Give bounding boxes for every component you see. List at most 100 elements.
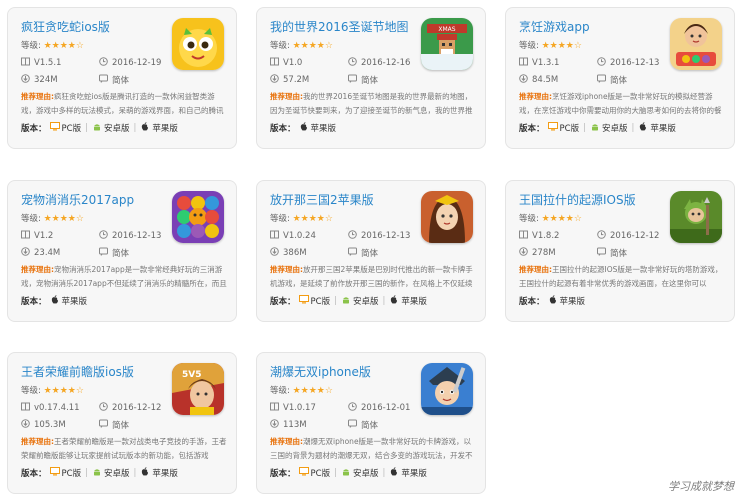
date-value: 2016-12-12 (112, 403, 162, 413)
language-value: 简体 (112, 76, 130, 86)
apple-icon (50, 295, 62, 307)
platform-link-pc[interactable]: PC版 (298, 467, 331, 479)
app-card[interactable]: 潮爆无双iphone版 等级: ★★★★☆ V1.0.17 2016-12-01… (256, 352, 486, 494)
date-info: 2016-12-13 (99, 230, 161, 242)
kingdom-rush-icon[interactable] (670, 191, 722, 243)
platform-link-pc[interactable]: PC版 (298, 295, 330, 307)
platform-link-android[interactable]: 安卓版 (341, 295, 378, 307)
snake-game-icon[interactable] (172, 18, 224, 70)
app-title-link[interactable]: 烹饪游戏app (519, 18, 590, 35)
pc-monitor-icon (49, 467, 62, 479)
app-card[interactable]: 烹饪游戏app 等级: ★★★★☆ V1.3.1 2016-12-13 84.5… (505, 7, 735, 149)
platform-link-pc[interactable]: PC版 (547, 122, 579, 134)
language-info: 简体 (99, 74, 129, 86)
chaobao-wushuang-icon[interactable] (421, 363, 473, 415)
platform-label: PC版 (310, 469, 331, 479)
star-rating-icon: ★★★★☆ (541, 41, 582, 51)
clock-icon (597, 57, 610, 69)
apple-icon (140, 467, 152, 479)
platform-label: 安卓版 (352, 469, 379, 479)
platform-link-ios[interactable]: 苹果版 (548, 295, 585, 307)
language-value: 简体 (610, 249, 628, 259)
platform-link-ios[interactable]: 苹果版 (389, 467, 427, 479)
honor-of-kings-icon[interactable]: 5V5 (172, 363, 224, 415)
versions-label: 版本： (519, 297, 545, 307)
version-info: V1.5.1 (21, 57, 61, 69)
platform-link-pc[interactable]: PC版 (49, 122, 81, 134)
christmas-minecraft-icon[interactable]: XMAS (421, 18, 473, 70)
rating-label: 等级: (270, 214, 290, 224)
platform-link-pc[interactable]: PC版 (49, 467, 81, 479)
language-icon (597, 74, 610, 86)
app-description: 推荐理由:疯狂贪吃蛇ios版是腾讯打造的一款休闲益智类游戏，游戏中多样的玩法模式… (21, 90, 229, 118)
download-size-icon (21, 419, 34, 431)
star-rating-icon: ★★★★☆ (43, 214, 84, 224)
cooking-game-icon[interactable] (670, 18, 722, 70)
versions-label: 版本： (519, 124, 545, 134)
app-card[interactable]: 疯狂贪吃蛇ios版 等级: ★★★★☆ V1.5.1 2016-12-19 32… (7, 7, 237, 149)
version-info: V1.8.2 (519, 230, 559, 242)
platform-link-android[interactable]: 安卓版 (92, 122, 129, 134)
app-title-link[interactable]: 王国拉什的起源IOS版 (519, 191, 636, 208)
version-info: V1.0.24 (270, 230, 316, 242)
date-info: 2016-12-13 (348, 230, 410, 242)
platform-link-ios[interactable]: 苹果版 (389, 295, 427, 307)
app-title-link[interactable]: 王者荣耀前瞻版ios版 (21, 363, 134, 380)
version-info: V1.2 (21, 230, 53, 242)
size-info: 386M (270, 247, 307, 259)
app-card[interactable]: 王国拉什的起源IOS版 等级: ★★★★☆ V1.8.2 2016-12-12 … (505, 180, 735, 322)
version-value: V1.0 (283, 58, 303, 68)
rating-row: 等级: ★★★★☆ (270, 212, 333, 224)
download-size-icon (21, 74, 34, 86)
app-card[interactable]: 宠物消消乐2017app 等级: ★★★★☆ V1.2 2016-12-13 2… (7, 180, 237, 322)
size-value: 113M (283, 420, 307, 430)
platform-link-ios[interactable]: 苹果版 (140, 122, 178, 134)
platform-link-ios[interactable]: 苹果版 (140, 467, 178, 479)
version-info: V1.0.17 (270, 402, 316, 414)
version-info: V1.0 (270, 57, 302, 69)
platform-link-ios[interactable]: 苹果版 (299, 122, 336, 134)
apple-icon (389, 295, 401, 307)
pet-match-icon[interactable] (172, 191, 224, 243)
three-kingdoms-icon[interactable] (421, 191, 473, 243)
size-value: 278M (532, 248, 556, 258)
platform-separator: | (334, 468, 337, 478)
language-value: 简体 (361, 249, 379, 259)
size-value: 57.2M (283, 75, 310, 85)
date-value: 2016-12-16 (361, 58, 411, 68)
platform-link-android[interactable]: 安卓版 (92, 467, 129, 479)
android-icon (341, 467, 353, 479)
app-title-link[interactable]: 我的世界2016圣诞节地图 (270, 18, 409, 35)
date-info: 2016-12-12 (597, 230, 659, 242)
platform-link-android[interactable]: 安卓版 (590, 122, 627, 134)
rating-label: 等级: (519, 214, 539, 224)
app-title-link[interactable]: 宠物消消乐2017app (21, 191, 134, 208)
language-info: 简体 (348, 419, 378, 431)
app-title-link[interactable]: 潮爆无双iphone版 (270, 363, 371, 380)
app-title-link[interactable]: 放开那三国2苹果版 (270, 191, 374, 208)
app-card[interactable]: 放开那三国2苹果版 等级: ★★★★☆ V1.0.24 2016-12-13 3… (256, 180, 486, 322)
platform-link-ios[interactable]: 苹果版 (638, 122, 676, 134)
platform-list: 版本： PC版 | 安卓版 | 苹果版 (270, 467, 427, 479)
size-value: 324M (34, 75, 58, 85)
date-info: 2016-12-01 (348, 402, 410, 414)
platform-list: 版本： 苹果版 (519, 295, 585, 307)
platform-separator: | (334, 296, 337, 306)
star-rating-icon: ★★★★☆ (292, 41, 333, 51)
apple-icon (299, 122, 311, 134)
app-card[interactable]: 我的世界2016圣诞节地图 XMAS 等级: ★★★★☆ V1.0 2016-1… (256, 7, 486, 149)
app-card[interactable]: 王者荣耀前瞻版ios版 5V5 等级: ★★★★☆ v0.17.4.11 201… (7, 352, 237, 494)
rating-label: 等级: (270, 41, 290, 51)
size-info: 105.3M (21, 419, 66, 431)
clock-icon (348, 230, 361, 242)
platform-separator: | (85, 123, 88, 133)
rating-row: 等级: ★★★★☆ (519, 212, 582, 224)
app-title-link[interactable]: 疯狂贪吃蛇ios版 (21, 18, 110, 35)
app-description: 推荐理由:王者荣耀前瞻版是一款对战类电子竞技的手游，王者荣耀前瞻版能够让玩家提前… (21, 435, 229, 463)
version-icon (519, 57, 532, 69)
platform-link-ios[interactable]: 苹果版 (50, 295, 87, 307)
pc-monitor-icon (49, 122, 62, 134)
date-info: 2016-12-16 (348, 57, 410, 69)
description-label: 推荐理由: (21, 92, 54, 101)
platform-link-android[interactable]: 安卓版 (341, 467, 379, 479)
